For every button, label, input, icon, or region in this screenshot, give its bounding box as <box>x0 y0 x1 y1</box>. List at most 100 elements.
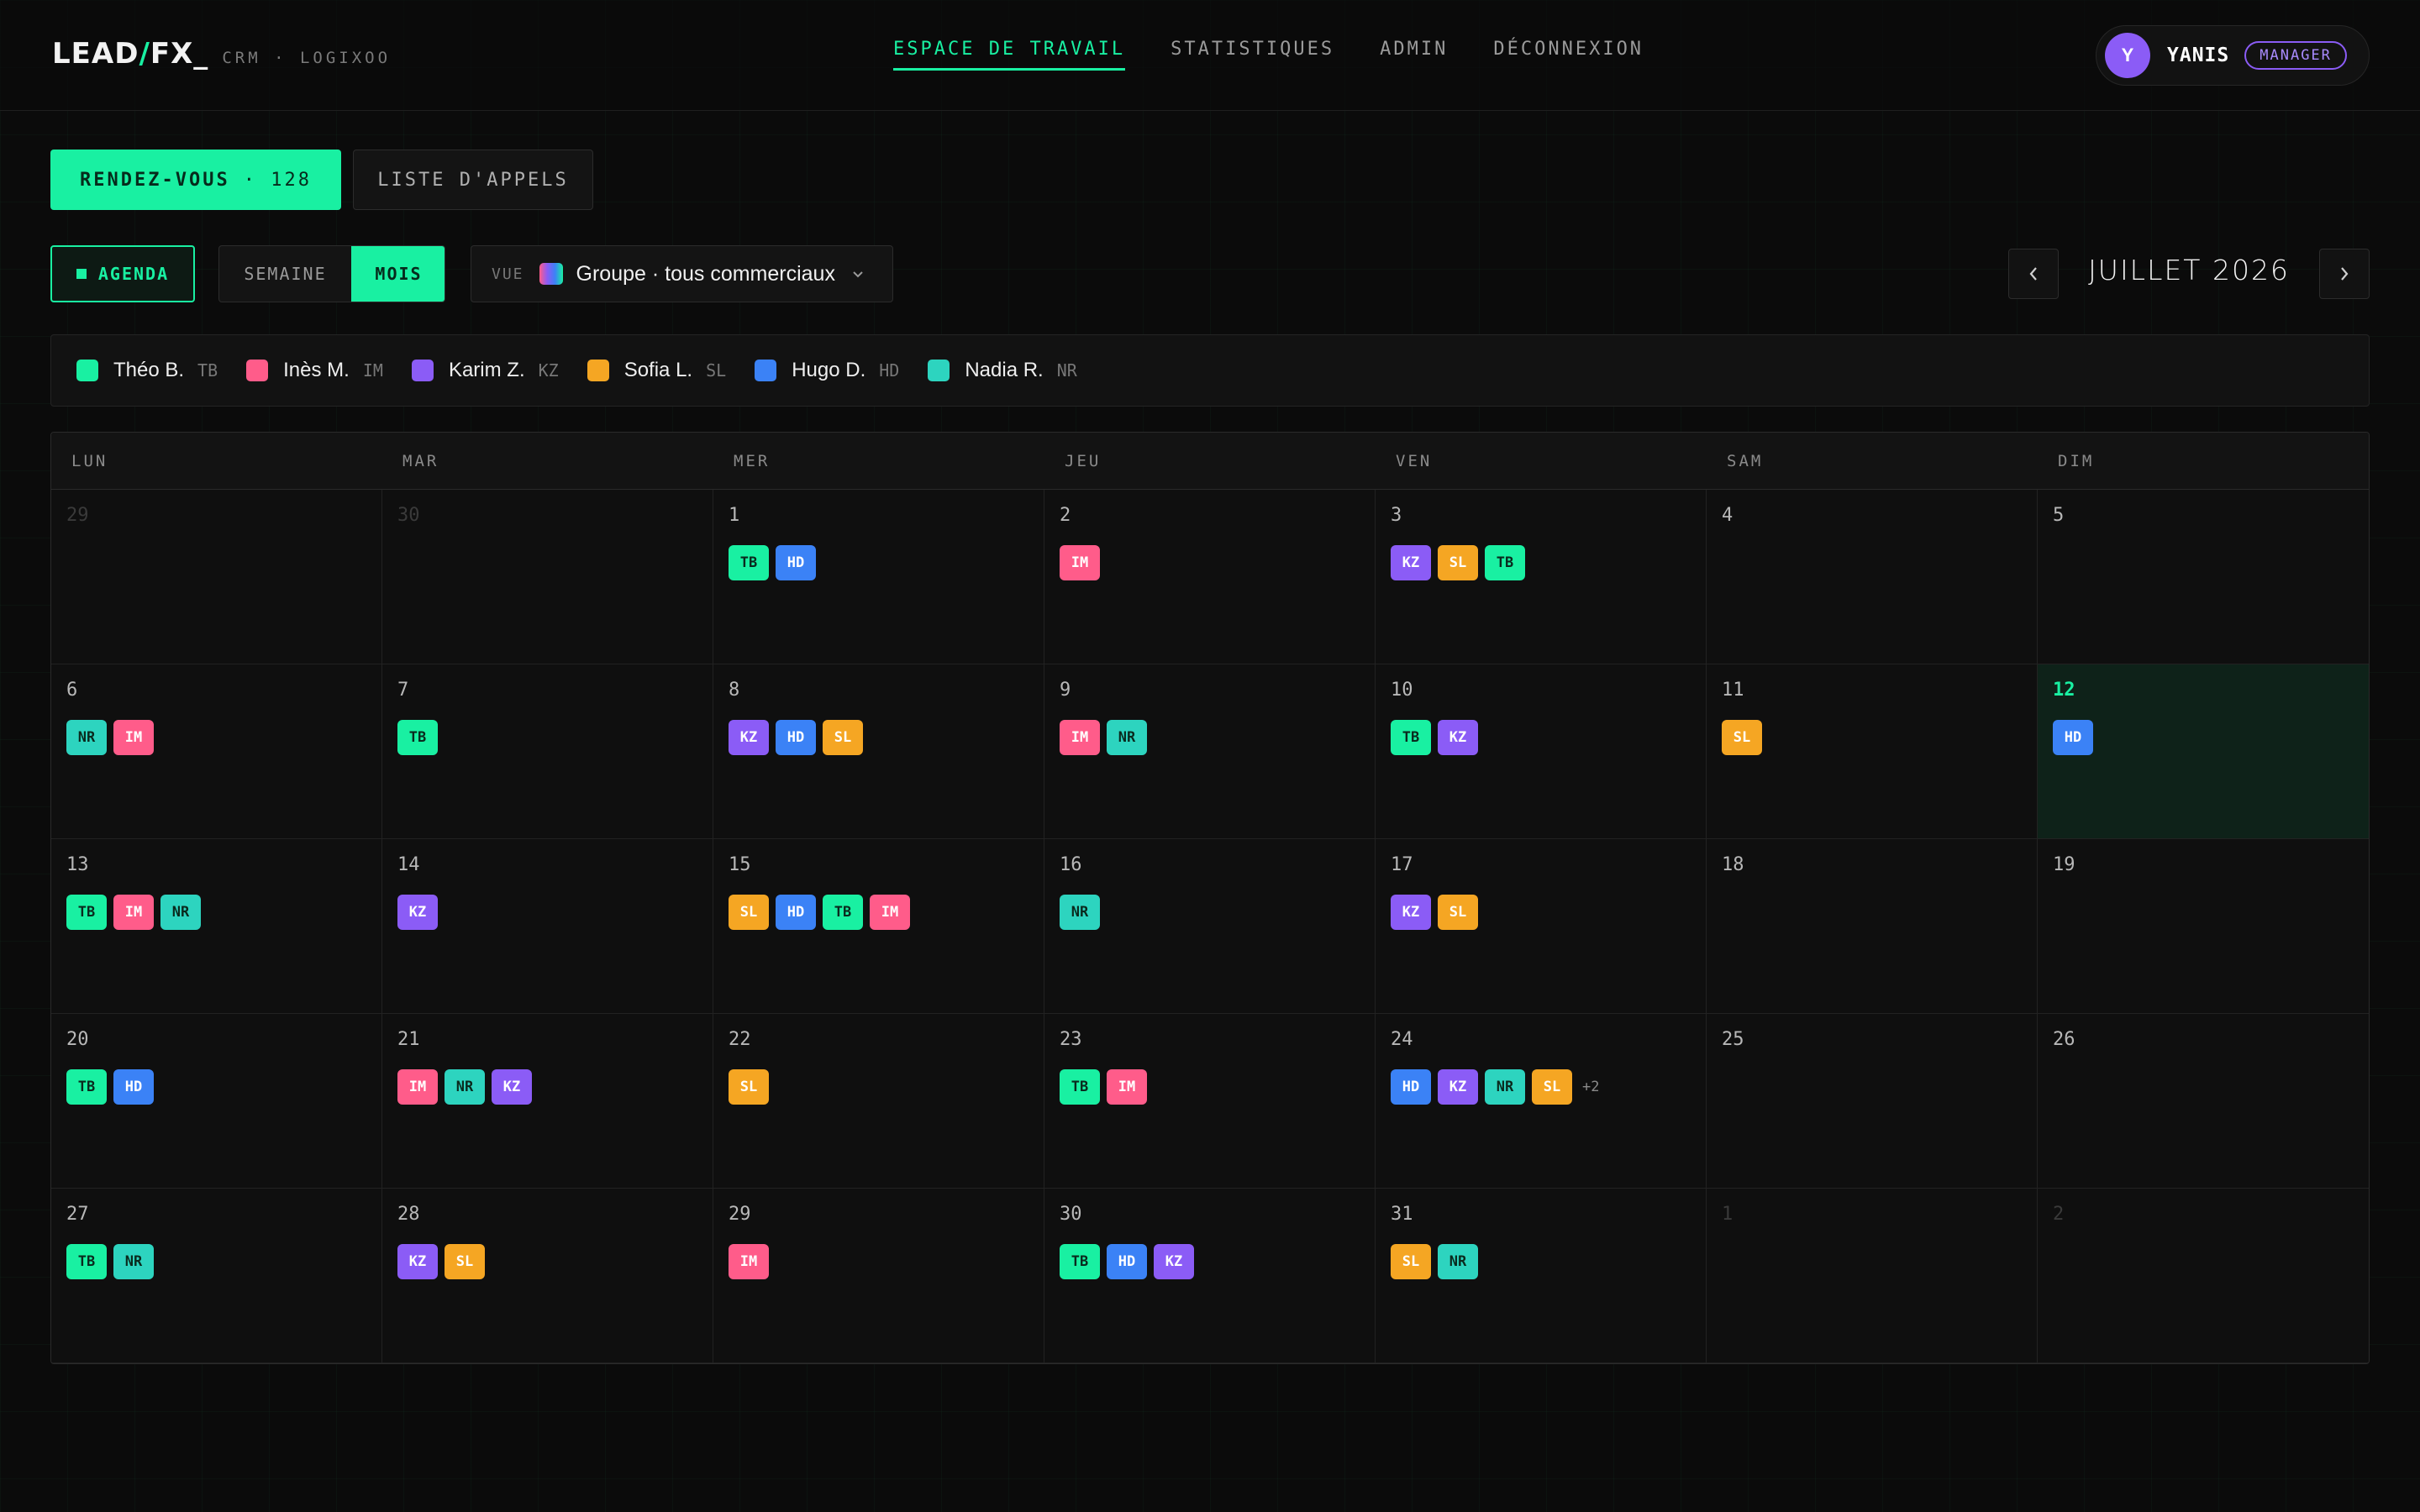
day-cell[interactable]: 30 TB HD KZ <box>1044 1189 1376 1363</box>
day-cell[interactable]: 19 <box>2038 839 2369 1014</box>
appointment-chip[interactable]: TB <box>66 1069 107 1105</box>
day-cell[interactable]: 26 <box>2038 1014 2369 1189</box>
appointment-chip[interactable]: NR <box>1485 1069 1525 1105</box>
appointment-chip[interactable]: TB <box>823 895 863 930</box>
day-cell[interactable]: 27 TB NR <box>51 1189 382 1363</box>
legend-item[interactable]: Karim Z. KZ <box>411 359 559 382</box>
day-cell[interactable]: 14 KZ <box>382 839 713 1014</box>
day-cell[interactable]: 16 NR <box>1044 839 1376 1014</box>
appointment-chip[interactable]: TB <box>66 895 107 930</box>
day-cell[interactable]: 18 <box>1707 839 2038 1014</box>
previous-month-button[interactable] <box>2008 249 2059 299</box>
appointment-chip[interactable]: IM <box>870 895 910 930</box>
appointment-chip[interactable]: NR <box>66 720 107 755</box>
appointment-chip[interactable]: IM <box>1107 1069 1147 1105</box>
appointment-chip[interactable]: KZ <box>1391 545 1431 580</box>
month-view-button[interactable]: MOIS <box>351 246 445 302</box>
legend-item[interactable]: Nadia R. NR <box>928 359 1077 382</box>
view-select[interactable]: VUE Groupe · tous commerciaux <box>471 245 893 302</box>
legend-item[interactable]: Inès M. IM <box>246 359 383 382</box>
appointment-chip[interactable]: HD <box>776 545 816 580</box>
appointment-chip[interactable]: NR <box>1438 1244 1478 1279</box>
tab-call-list[interactable]: LISTE D'APPELS <box>353 150 593 210</box>
day-cell[interactable]: 1 TB HD <box>713 490 1044 664</box>
legend-item[interactable]: Hugo D. HD <box>755 359 899 382</box>
day-cell[interactable]: 2 IM <box>1044 490 1376 664</box>
appointment-chip[interactable]: SL <box>729 1069 769 1105</box>
day-cell[interactable]: 7 TB <box>382 664 713 839</box>
day-cell[interactable]: 6 NR IM <box>51 664 382 839</box>
day-cell[interactable]: 13 TB IM NR <box>51 839 382 1014</box>
day-cell[interactable]: 22 SL <box>713 1014 1044 1189</box>
appointment-chip[interactable]: KZ <box>1391 895 1431 930</box>
more-appointments-link[interactable]: +2 <box>1582 1079 1599 1095</box>
appointment-chip[interactable]: SL <box>1532 1069 1572 1105</box>
day-cell[interactable]: 23 TB IM <box>1044 1014 1376 1189</box>
day-cell[interactable]: 28 KZ SL <box>382 1189 713 1363</box>
appointment-chip[interactable]: NR <box>445 1069 485 1105</box>
tab-rendez-vous[interactable]: RENDEZ-VOUS · 128 <box>50 150 341 210</box>
nav-item-2[interactable]: ADMIN <box>1380 39 1448 71</box>
appointment-chip[interactable]: KZ <box>1154 1244 1194 1279</box>
day-cell[interactable]: 30 <box>382 490 713 664</box>
appointment-chip[interactable]: TB <box>1060 1069 1100 1105</box>
day-cell[interactable]: 4 <box>1707 490 2038 664</box>
logo[interactable]: LEAD/FX_ CRM · LOGIXOO <box>52 37 391 71</box>
nav-item-1[interactable]: STATISTIQUES <box>1171 39 1334 71</box>
day-cell[interactable]: 24 HD KZ NR SL +2 <box>1376 1014 1707 1189</box>
appointment-chip[interactable]: TB <box>66 1244 107 1279</box>
next-month-button[interactable] <box>2319 249 2370 299</box>
appointment-chip[interactable]: IM <box>113 720 154 755</box>
day-cell[interactable]: 15 SL HD TB IM <box>713 839 1044 1014</box>
day-cell[interactable]: 1 <box>1707 1189 2038 1363</box>
user-menu[interactable]: Y YANIS MANAGER <box>2096 25 2370 86</box>
day-cell[interactable]: 9 IM NR <box>1044 664 1376 839</box>
appointment-chip[interactable]: HD <box>776 895 816 930</box>
appointment-chip[interactable]: NR <box>113 1244 154 1279</box>
appointment-chip[interactable]: HD <box>776 720 816 755</box>
day-cell[interactable]: 17 KZ SL <box>1376 839 1707 1014</box>
appointment-chip[interactable]: SL <box>823 720 863 755</box>
appointment-chip[interactable]: TB <box>1485 545 1525 580</box>
nav-item-0[interactable]: ESPACE DE TRAVAIL <box>893 39 1126 71</box>
appointment-chip[interactable]: KZ <box>1438 720 1478 755</box>
appointment-chip[interactable]: NR <box>1107 720 1147 755</box>
appointment-chip[interactable]: SL <box>445 1244 485 1279</box>
appointment-chip[interactable]: NR <box>1060 895 1100 930</box>
day-cell[interactable]: 3 KZ SL TB <box>1376 490 1707 664</box>
day-cell[interactable]: 11 SL <box>1707 664 2038 839</box>
appointment-chip[interactable]: HD <box>1107 1244 1147 1279</box>
appointment-chip[interactable]: IM <box>113 895 154 930</box>
appointment-chip[interactable]: IM <box>397 1069 438 1105</box>
appointment-chip[interactable]: KZ <box>397 1244 438 1279</box>
nav-item-3[interactable]: DÉCONNEXION <box>1493 39 1644 71</box>
appointment-chip[interactable]: KZ <box>397 895 438 930</box>
appointment-chip[interactable]: IM <box>729 1244 769 1279</box>
day-cell[interactable]: 20 TB HD <box>51 1014 382 1189</box>
day-cell[interactable]: 10 TB KZ <box>1376 664 1707 839</box>
appointment-chip[interactable]: KZ <box>1438 1069 1478 1105</box>
appointment-chip[interactable]: KZ <box>729 720 769 755</box>
day-cell[interactable]: 8 KZ HD SL <box>713 664 1044 839</box>
day-cell[interactable]: 2 <box>2038 1189 2369 1363</box>
appointment-chip[interactable]: SL <box>1438 895 1478 930</box>
day-cell[interactable]: 5 <box>2038 490 2369 664</box>
week-view-button[interactable]: SEMAINE <box>219 246 351 302</box>
appointment-chip[interactable]: SL <box>1438 545 1478 580</box>
day-cell[interactable]: 29 IM <box>713 1189 1044 1363</box>
day-cell[interactable]: 31 SL NR <box>1376 1189 1707 1363</box>
appointment-chip[interactable]: TB <box>1060 1244 1100 1279</box>
appointment-chip[interactable]: HD <box>2053 720 2093 755</box>
agenda-button[interactable]: AGENDA <box>50 245 195 302</box>
appointment-chip[interactable]: HD <box>113 1069 154 1105</box>
legend-item[interactable]: Sofia L. SL <box>587 359 726 382</box>
day-cell[interactable]: 29 <box>51 490 382 664</box>
appointment-chip[interactable]: SL <box>1391 1244 1431 1279</box>
day-cell[interactable]: 21 IM NR KZ <box>382 1014 713 1189</box>
day-cell[interactable]: 25 <box>1707 1014 2038 1189</box>
appointment-chip[interactable]: IM <box>1060 545 1100 580</box>
appointment-chip[interactable]: TB <box>397 720 438 755</box>
appointment-chip[interactable]: KZ <box>492 1069 532 1105</box>
appointment-chip[interactable]: HD <box>1391 1069 1431 1105</box>
appointment-chip[interactable]: NR <box>160 895 201 930</box>
